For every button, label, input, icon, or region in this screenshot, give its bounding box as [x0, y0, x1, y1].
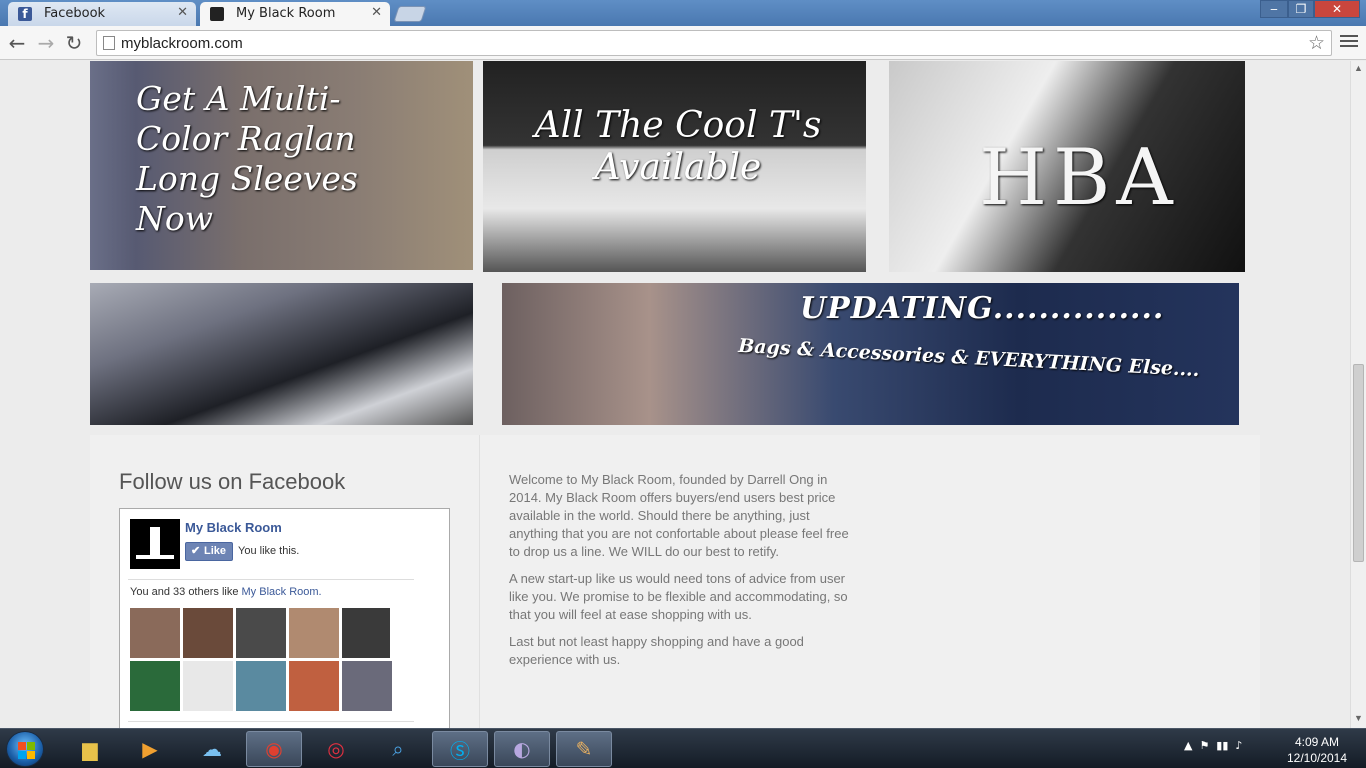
- explorer-taskbar-icon[interactable]: ▆: [62, 731, 118, 767]
- back-arrow-icon[interactable]: ←: [5, 31, 29, 55]
- facebook-column: Follow us on Facebook My Black Room ✔ Li…: [90, 435, 480, 728]
- divider: [128, 579, 414, 580]
- torrent-taskbar-icon[interactable]: ◐: [494, 731, 550, 767]
- scroll-down-icon[interactable]: ▼: [1354, 713, 1363, 723]
- system-tray[interactable]: ▲ ⚑ ▮▮ ♪: [1184, 739, 1242, 752]
- likes-count-prefix: You and 33 others like: [130, 586, 242, 598]
- media-player-taskbar-icon[interactable]: ▶: [122, 731, 178, 767]
- raglan-banner[interactable]: Get A Multi-Color Raglan Long Sleeves No…: [90, 61, 473, 270]
- footer-section: Follow us on Facebook My Black Room ✔ Li…: [90, 435, 1260, 728]
- network-taskbar-icon[interactable]: ☁: [184, 731, 240, 767]
- like-button-label: Like: [204, 545, 227, 557]
- tab-my-black-room-title: My Black Room: [236, 6, 336, 21]
- windows-taskbar: ▆ ▶ ☁ ◉ ◎ ⌕ Ⓢ ◐ ✎ ▲ ⚑ ▮▮ ♪ 4:09 AM 12/10…: [0, 728, 1366, 768]
- about-paragraph-2: A new start-up like us would need tons o…: [509, 571, 848, 622]
- hba-banner[interactable]: HBA: [889, 61, 1245, 272]
- hba-banner-text: HBA: [979, 133, 1179, 223]
- menu-icon[interactable]: [1340, 32, 1358, 52]
- browser-toolbar: ← → ↻ ☆: [0, 26, 1366, 60]
- tab-facebook[interactable]: f Facebook ✕: [8, 2, 196, 26]
- new-tab-button[interactable]: [393, 6, 427, 22]
- tab-facebook-title: Facebook: [44, 6, 106, 21]
- bookmark-star-icon[interactable]: ☆: [1308, 32, 1325, 55]
- reload-icon[interactable]: ↻: [62, 31, 86, 55]
- close-window-button[interactable]: ✕: [1314, 0, 1360, 18]
- maximize-button[interactable]: ❐: [1288, 0, 1314, 18]
- facebook-page-link[interactable]: My Black Room: [185, 520, 282, 535]
- about-paragraph-3: Last but not least happy shopping and ha…: [509, 634, 804, 667]
- like-button[interactable]: ✔ Like: [185, 542, 233, 561]
- close-tab-icon[interactable]: ✕: [371, 5, 382, 20]
- fan-avatar[interactable]: [130, 661, 180, 711]
- cool-tees-banner[interactable]: All The Cool T's Available: [483, 61, 866, 272]
- close-tab-icon[interactable]: ✕: [177, 5, 188, 20]
- likes-count: You and 33 others like My Black Room.: [130, 586, 322, 598]
- fashion-banner[interactable]: [90, 283, 473, 425]
- you-like-text: You like this.: [238, 545, 300, 557]
- scrollbar-thumb[interactable]: [1353, 364, 1364, 562]
- divider: [128, 721, 414, 722]
- address-bar[interactable]: ☆: [96, 30, 1332, 56]
- fan-avatar[interactable]: [183, 608, 233, 658]
- minimize-button[interactable]: ‒: [1260, 0, 1288, 18]
- facebook-like-box: My Black Room ✔ Like You like this. You …: [119, 508, 450, 728]
- updating-banner[interactable]: UPDATING............... Bags & Accessori…: [502, 283, 1239, 425]
- chrome-taskbar-icon[interactable]: ◉: [246, 731, 302, 767]
- about-paragraph-1: Welcome to My Black Room, founded by Dar…: [509, 472, 849, 559]
- raglan-banner-text: Get A Multi-Color Raglan Long Sleeves No…: [136, 79, 358, 238]
- fan-avatar[interactable]: [236, 608, 286, 658]
- facebook-heading: Follow us on Facebook: [119, 469, 346, 494]
- skype-taskbar-icon[interactable]: Ⓢ: [432, 731, 488, 767]
- forward-arrow-icon[interactable]: →: [34, 31, 58, 55]
- cool-tees-banner-text: All The Cool T's Available: [534, 105, 822, 188]
- clock-date: 12/10/2014: [1286, 751, 1348, 765]
- site-favicon-icon: [210, 7, 224, 21]
- video-app-taskbar-icon[interactable]: ◎: [308, 731, 364, 767]
- about-text: Welcome to My Black Room, founded by Dar…: [509, 471, 854, 678]
- start-button[interactable]: [6, 731, 44, 767]
- vertical-scrollbar[interactable]: ▲ ▼: [1350, 61, 1366, 728]
- page-logo[interactable]: [130, 519, 180, 569]
- paint-taskbar-icon[interactable]: ✎: [556, 731, 612, 767]
- clock-time: 4:09 AM: [1294, 735, 1340, 749]
- facebook-favicon-icon: f: [18, 7, 32, 21]
- fan-avatar[interactable]: [342, 661, 392, 711]
- fan-avatar[interactable]: [342, 608, 390, 658]
- checkmark-icon: ✔: [191, 545, 201, 557]
- url-input[interactable]: [121, 34, 1301, 52]
- likes-page-link[interactable]: My Black Room.: [242, 586, 322, 598]
- scroll-up-icon[interactable]: ▲: [1354, 63, 1363, 73]
- updating-title: UPDATING...............: [800, 291, 1165, 326]
- fan-avatar[interactable]: [236, 661, 286, 711]
- fan-avatar[interactable]: [289, 608, 339, 658]
- system-clock[interactable]: 4:09 AM 12/10/2014: [1282, 734, 1352, 766]
- fan-avatar[interactable]: [183, 661, 233, 711]
- search-app-taskbar-icon[interactable]: ⌕: [370, 731, 426, 767]
- page-viewport: Get A Multi-Color Raglan Long Sleeves No…: [0, 61, 1350, 728]
- updating-subtitle: Bags & Accessories & EVERYTHING Else....: [737, 334, 1201, 382]
- fan-avatar[interactable]: [130, 608, 180, 658]
- tab-strip: f Facebook ✕ My Black Room ✕ ‒ ❐ ✕: [0, 0, 1366, 26]
- tab-my-black-room[interactable]: My Black Room ✕: [200, 2, 390, 26]
- page-icon: [103, 36, 115, 50]
- fan-avatar[interactable]: [289, 661, 339, 711]
